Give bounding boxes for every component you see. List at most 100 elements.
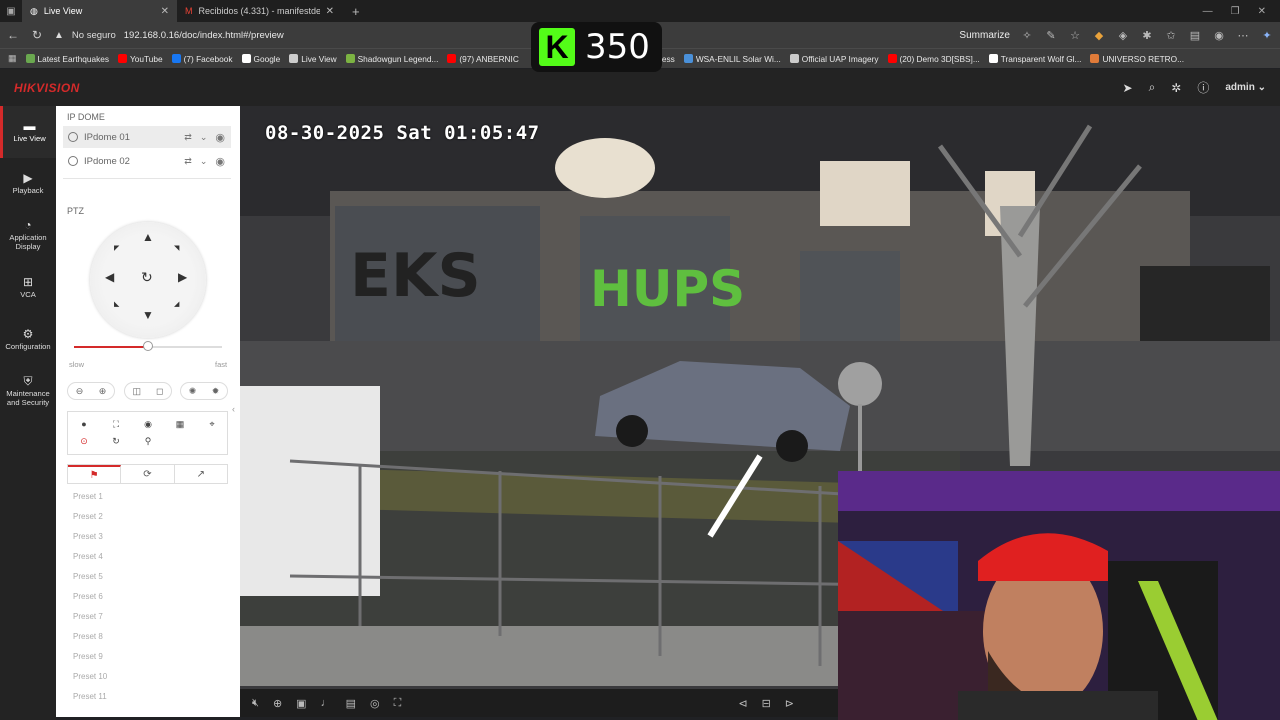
shield-extension-icon[interactable]: ◆ (1092, 29, 1106, 42)
nav-item-maintenance-and-security[interactable]: ⛨ Maintenance and Security (0, 366, 56, 418)
back-icon[interactable]: ← (6, 28, 20, 42)
bookmark-item[interactable]: Latest Earthquakes (25, 54, 109, 64)
search-icon[interactable]: ⌕ (1149, 80, 1156, 95)
tab-search-icon[interactable]: ▣ (0, 6, 22, 17)
digital-zoom-icon[interactable]: ⊕ (273, 697, 282, 710)
auto-scan-icon[interactable]: ↻ (141, 269, 153, 286)
layout-icon[interactable]: ⊟ (762, 697, 771, 710)
settings-icon[interactable]: ✲ (1171, 81, 1181, 95)
grid-icon[interactable]: ▦ (174, 418, 186, 430)
bookmark-item[interactable]: WSA-ENLIL Solar Wi... (683, 54, 781, 64)
tab-presets[interactable]: ⚑ (68, 465, 122, 483)
preset-item[interactable]: Preset 3 (67, 526, 228, 546)
camera-item[interactable]: IPdome 01 ⇄ ⌄ ◉ (63, 126, 231, 148)
bookmark-item[interactable]: YouTube (118, 54, 163, 64)
preset-item[interactable]: Preset 8 (67, 626, 228, 646)
bookmark-item[interactable]: Transparent Wolf Gl... (988, 54, 1081, 64)
preset-item[interactable]: Preset 11 (67, 686, 228, 706)
preset-item[interactable]: Preset 10 (67, 666, 228, 686)
speed-slider[interactable] (74, 341, 222, 351)
mute-icon[interactable]: 🔇︎ (252, 697, 259, 710)
user-menu[interactable]: admin ⌄ (1225, 82, 1266, 93)
bookmark-item[interactable]: Shadowgun Legend... (345, 54, 438, 64)
apps-icon[interactable]: ▦ (8, 53, 17, 64)
minimize-icon[interactable]: — (1203, 6, 1213, 17)
profile-avatar[interactable]: ◉ (1212, 29, 1226, 42)
preset-item[interactable]: Preset 1 (67, 486, 228, 506)
wiper-icon[interactable]: ⚲ (142, 435, 154, 447)
record-icon[interactable]: ◉ (215, 131, 225, 144)
camera-item[interactable]: IPdome 02 ⇄ ⌄ ◉ (63, 150, 231, 172)
reload-icon[interactable]: ↻ (30, 28, 44, 42)
ptz-left-icon[interactable]: ◀ (105, 270, 114, 284)
info-icon[interactable]: ⓘ (1197, 79, 1209, 96)
refresh-icon[interactable]: ↻ (110, 435, 122, 447)
url-field[interactable]: ▲ No seguro 192.168.0.16/doc/index.html#… (54, 30, 949, 41)
ptz-right-icon[interactable]: ▶ (178, 270, 187, 284)
favorites-icon[interactable]: ✩ (1164, 29, 1178, 42)
chevron-down-icon[interactable]: ⌄ (200, 156, 208, 167)
capture-icon[interactable]: ▣ (296, 697, 306, 710)
ptz-down-icon[interactable]: ▼ (142, 308, 154, 322)
star-icon[interactable]: ☆ (1068, 29, 1082, 42)
fisheye-icon[interactable]: ◎ (370, 697, 380, 710)
chevron-down-icon[interactable]: ⌄ (200, 132, 208, 143)
focus-frame-icon[interactable]: ⛶ (110, 418, 122, 430)
bookmark-item[interactable]: (7) Facebook (171, 54, 233, 64)
stream-icon[interactable]: ⇄ (184, 156, 192, 167)
bookmark-item[interactable]: Google (241, 54, 280, 64)
nav-item-application-display[interactable]: ◔ Application Display (0, 210, 56, 262)
bookmark-item[interactable]: (20) Demo 3D[SBS]... (887, 54, 980, 64)
copilot-icon[interactable]: ✦ (1260, 29, 1274, 42)
iris-open-icon[interactable]: ✹ (212, 386, 220, 397)
tab-gmail[interactable]: M Recibidos (4.331) - manifestdesig ✕ (177, 0, 342, 22)
edit-icon[interactable]: ✎ (1044, 29, 1058, 42)
speed-knob[interactable] (143, 341, 153, 351)
sparkle-icon[interactable]: ✧ (1020, 29, 1034, 42)
tab-pattern[interactable]: ↗ (175, 465, 227, 483)
record-clip-icon[interactable]: ▤ (346, 697, 356, 710)
puzzle-icon[interactable]: ✱ (1140, 29, 1154, 42)
summarize-button[interactable]: Summarize (959, 30, 1010, 41)
light-icon[interactable]: ● (78, 418, 90, 430)
preset-item[interactable]: Preset 7 (67, 606, 228, 626)
lens-icon[interactable]: ◉ (142, 418, 154, 430)
zoom-3d-icon[interactable]: ⊙ (78, 435, 90, 447)
record-icon[interactable]: ◉ (215, 155, 225, 168)
maximize-icon[interactable]: ❐ (1231, 6, 1240, 17)
focus-near-icon[interactable]: ◫ (133, 386, 142, 397)
tab-patrol[interactable]: ⟳ (121, 465, 175, 483)
more-icon[interactable]: ⋯ (1236, 29, 1250, 42)
new-tab-button[interactable]: + (342, 4, 370, 19)
next-icon[interactable]: ⊳ (785, 697, 794, 710)
ptz-up-icon[interactable]: ▲ (142, 230, 154, 244)
nav-item-live-view[interactable]: ▬ Live View (0, 106, 56, 158)
collapse-panel-icon[interactable]: ‹ (232, 404, 235, 414)
previous-icon[interactable]: ⊲ (738, 697, 747, 710)
ptz-up-right-icon[interactable]: ◥ (174, 244, 179, 252)
nav-item-playback[interactable]: ▶ Playback (0, 158, 56, 210)
ptz-joystick[interactable]: ▲ ▼ ◀ ▶ ◤ ◥ ◣ ◢ ↻ (90, 222, 206, 338)
preset-item[interactable]: Preset 9 (67, 646, 228, 666)
bookmark-item[interactable]: UNIVERSO RETRO... (1090, 54, 1184, 64)
nav-item-vca[interactable]: ⊞ VCA (0, 262, 56, 314)
close-tab-icon[interactable]: ✕ (326, 6, 334, 17)
iris-close-icon[interactable]: ✺ (189, 386, 197, 397)
close-tab-icon[interactable]: ✕ (161, 6, 169, 17)
tracking-icon[interactable]: ⌖ (206, 418, 218, 430)
close-window-icon[interactable]: ✕ (1258, 6, 1266, 17)
bookmark-item[interactable]: (97) ANBERNIC (447, 54, 519, 64)
send-icon[interactable]: ➤ (1123, 81, 1133, 95)
zoom-out-icon[interactable]: ⊖ (76, 386, 84, 397)
extension-icon[interactable]: ◈ (1116, 29, 1130, 42)
focus-far-icon[interactable]: ◻ (156, 386, 163, 397)
preset-item[interactable]: Preset 2 (67, 506, 228, 526)
ptz-up-left-icon[interactable]: ◤ (114, 244, 119, 252)
fit-frame-icon[interactable]: ⛶ (394, 697, 402, 710)
bookmark-item[interactable]: Official UAP Imagery (789, 54, 879, 64)
ptz-down-left-icon[interactable]: ◣ (114, 300, 119, 308)
ptz-down-right-icon[interactable]: ◢ (174, 300, 179, 308)
bookmark-item[interactable]: Live View (289, 54, 337, 64)
collections-icon[interactable]: ▤ (1188, 29, 1202, 42)
preset-item[interactable]: Preset 4 (67, 546, 228, 566)
